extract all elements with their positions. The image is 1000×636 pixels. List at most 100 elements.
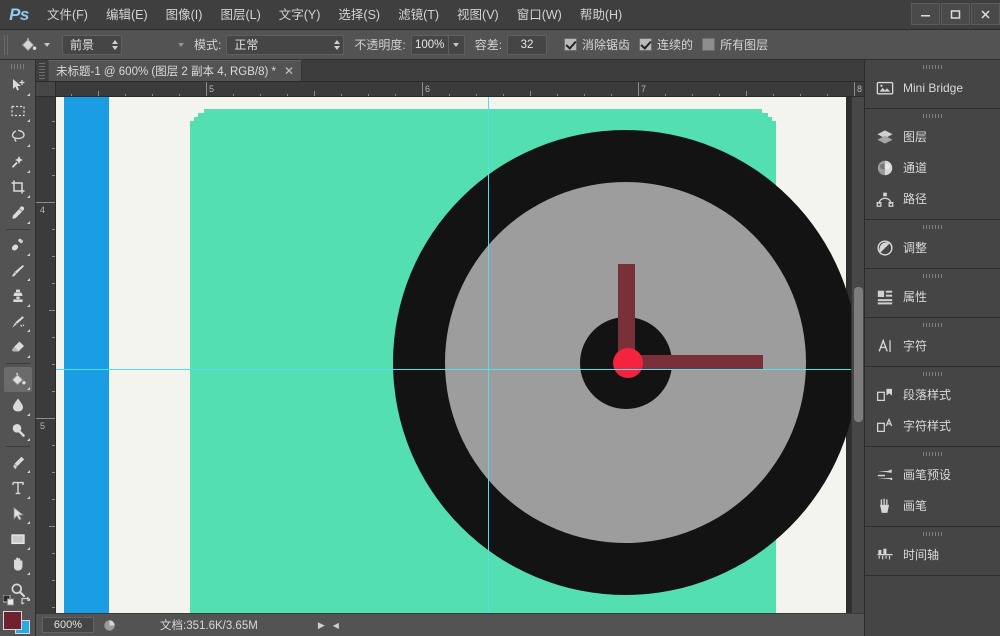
eraser-tool[interactable] xyxy=(4,334,32,359)
move-tool[interactable] xyxy=(4,73,32,98)
swap-colors-icon[interactable] xyxy=(20,595,32,606)
fill-source-value: 前景 xyxy=(70,36,94,53)
panel-layers[interactable]: 图层 xyxy=(865,121,1000,152)
paint-bucket-icon[interactable] xyxy=(15,34,41,56)
artwork-notch xyxy=(190,117,194,121)
panel-timeline[interactable]: 时间轴 xyxy=(865,539,1000,570)
panel-character[interactable]: 字符 xyxy=(865,330,1000,361)
tool-preset-chevron-icon[interactable] xyxy=(44,43,50,47)
rectangular-marquee-tool[interactable] xyxy=(4,98,32,123)
panel-adjustments[interactable]: 调整 xyxy=(865,232,1000,263)
gradient-tool[interactable] xyxy=(4,392,32,417)
menu-layer[interactable]: 图层(L) xyxy=(211,0,269,30)
pattern-swatch-area[interactable] xyxy=(122,35,184,55)
panel-mini-bridge[interactable]: Mini Bridge xyxy=(865,72,1000,103)
close-button[interactable] xyxy=(971,3,1000,25)
color-swatches[interactable] xyxy=(3,607,33,636)
menu-filter[interactable]: 滤镜(T) xyxy=(389,0,448,30)
vertical-scrollbar-thumb[interactable] xyxy=(854,287,863,422)
ruler-tick xyxy=(36,418,56,419)
dock-group-grip[interactable] xyxy=(923,532,943,536)
pattern-chevron-icon[interactable] xyxy=(178,43,184,47)
menu-window[interactable]: 窗口(W) xyxy=(508,0,571,30)
menu-type[interactable]: 文字(Y) xyxy=(270,0,330,30)
eyedropper-tool[interactable] xyxy=(4,200,32,225)
panel-properties[interactable]: 属性 xyxy=(865,281,1000,312)
dodge-tool[interactable] xyxy=(4,418,32,443)
checkbox-unchecked-icon[interactable] xyxy=(702,38,715,51)
menu-edit[interactable]: 编辑(E) xyxy=(97,0,157,30)
lasso-tool[interactable] xyxy=(4,124,32,149)
checkbox-all-layers[interactable]: 所有图层 xyxy=(702,36,768,53)
ruler-corner[interactable] xyxy=(36,82,56,97)
document-size-text: 文档:351.6K/3.65M xyxy=(160,617,258,633)
dock-group-grip[interactable] xyxy=(923,225,943,229)
hand-tool[interactable] xyxy=(4,552,32,577)
fill-source-select[interactable]: 前景 xyxy=(62,35,122,55)
type-tool[interactable] xyxy=(4,475,32,500)
checkbox-checked-icon[interactable] xyxy=(639,38,652,51)
dock-group-grip[interactable] xyxy=(923,114,943,118)
panel-character-styles[interactable]: 字符样式 xyxy=(865,410,1000,441)
checkbox-anti-alias[interactable]: 消除锯齿 xyxy=(564,36,630,53)
panel-paths[interactable]: 路径 xyxy=(865,183,1000,214)
status-expand-icon[interactable]: ▶ xyxy=(318,620,325,631)
vertical-ruler[interactable]: 456 xyxy=(36,97,56,613)
horizontal-ruler[interactable]: 5678 xyxy=(56,82,864,97)
tab-bar-grip[interactable] xyxy=(39,63,45,79)
blend-mode-select[interactable]: 正常 xyxy=(226,35,344,55)
pen-tool[interactable] xyxy=(4,450,32,475)
paint-bucket-tool[interactable] xyxy=(4,367,32,392)
menu-select[interactable]: 选择(S) xyxy=(329,0,389,30)
crop-tool[interactable] xyxy=(4,175,32,200)
magic-wand-tool[interactable] xyxy=(4,149,32,174)
close-icon[interactable]: ✕ xyxy=(284,64,294,78)
status-collapse-icon[interactable]: ◀ xyxy=(333,621,339,630)
history-brush-tool[interactable] xyxy=(4,309,32,334)
rectangle-shape-tool[interactable] xyxy=(4,526,32,551)
document-info-icon[interactable] xyxy=(98,616,120,634)
checkbox-checked-icon[interactable] xyxy=(564,38,577,51)
panel-brush-presets[interactable]: 画笔预设 xyxy=(865,459,1000,490)
spot-healing-brush-tool[interactable] xyxy=(4,233,32,258)
brush-icon xyxy=(874,495,896,517)
dock-group-grip[interactable] xyxy=(923,372,943,376)
foreground-color-swatch[interactable] xyxy=(3,611,22,630)
minimize-button[interactable] xyxy=(911,3,940,25)
options-bar-grip[interactable] xyxy=(4,35,10,55)
panel-channels[interactable]: 通道 xyxy=(865,152,1000,183)
opacity-input[interactable]: 100% xyxy=(411,35,449,55)
panel-paragraph-styles[interactable]: 段落样式 xyxy=(865,379,1000,410)
ruler-label: 5 xyxy=(40,421,45,431)
dock-group-grip[interactable] xyxy=(923,452,943,456)
tools-panel-grip[interactable] xyxy=(11,64,25,69)
dock-group: Mini Bridge xyxy=(865,60,1000,109)
dock-group-grip[interactable] xyxy=(923,323,943,327)
brush-tool[interactable] xyxy=(4,258,32,283)
vertical-scrollbar[interactable] xyxy=(851,97,864,613)
document-tab-title: 未标题-1 @ 600% (图层 2 副本 4, RGB/8) * xyxy=(56,63,276,79)
menu-image[interactable]: 图像(I) xyxy=(157,0,212,30)
zoom-level-input[interactable]: 600% xyxy=(42,617,94,633)
menu-view[interactable]: 视图(V) xyxy=(448,0,508,30)
horizontal-guide[interactable] xyxy=(56,369,864,370)
default-colors-icon[interactable] xyxy=(3,595,15,606)
panel-adjustments-label: 调整 xyxy=(903,239,927,256)
panel-properties-label: 属性 xyxy=(903,288,927,305)
maximize-button[interactable] xyxy=(941,3,970,25)
vertical-guide[interactable] xyxy=(488,97,489,613)
path-selection-tool[interactable] xyxy=(4,501,32,526)
panel-character-styles-label: 字符样式 xyxy=(903,417,951,434)
dock-group-grip[interactable] xyxy=(923,65,943,69)
opacity-dropdown-button[interactable] xyxy=(449,35,465,55)
paths-icon xyxy=(874,188,896,210)
clone-stamp-tool[interactable] xyxy=(4,283,32,308)
canvas-area[interactable] xyxy=(56,97,864,613)
document-tab[interactable]: 未标题-1 @ 600% (图层 2 副本 4, RGB/8) * ✕ xyxy=(48,60,302,81)
dock-group-grip[interactable] xyxy=(923,274,943,278)
tolerance-input[interactable]: 32 xyxy=(507,35,547,55)
panel-brush[interactable]: 画笔 xyxy=(865,490,1000,521)
menu-help[interactable]: 帮助(H) xyxy=(571,0,631,30)
checkbox-contiguous[interactable]: 连续的 xyxy=(639,36,693,53)
menu-file[interactable]: 文件(F) xyxy=(38,0,97,30)
